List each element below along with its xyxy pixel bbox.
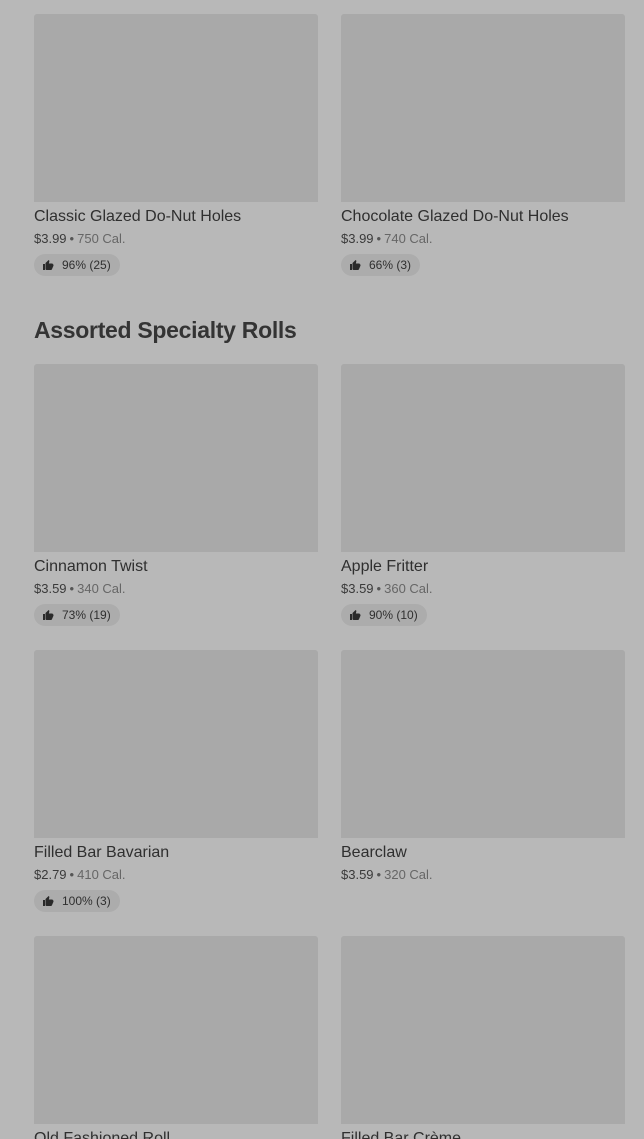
rating-badge: 90% (10) — [341, 604, 427, 626]
item-price: $3.99 — [341, 231, 374, 246]
menu-item-card[interactable]: Old Fashioned Roll — [34, 936, 318, 1139]
meta-separator: • — [376, 867, 382, 882]
item-price: $3.59 — [341, 867, 374, 882]
item-image — [341, 364, 625, 552]
meta-separator: • — [69, 231, 75, 246]
menu-item-card[interactable]: Filled Bar Bavarian $2.79 • 410 Cal. 100% … — [34, 650, 318, 912]
menu-item-card[interactable]: Bearclaw $3.59 • 320 Cal. — [341, 650, 625, 883]
item-image — [34, 936, 318, 1124]
thumbs-up-icon — [43, 610, 54, 620]
meta-separator: • — [69, 867, 75, 882]
item-price: $3.59 — [341, 581, 374, 596]
menu-item-card[interactable]: Chocolate Glazed Do-Nut Holes $3.99 • 740 … — [341, 14, 625, 276]
menu-item-card[interactable]: Classic Glazed Do-Nut Holes $3.99 • 750 Ca… — [34, 14, 318, 276]
item-price-calories: $3.59 • 360 Cal. — [341, 580, 625, 597]
meta-separator: • — [69, 581, 75, 596]
item-name: Old Fashioned Roll — [34, 1130, 171, 1139]
meta-separator: • — [376, 231, 382, 246]
item-price: $2.79 — [34, 867, 67, 882]
item-image — [341, 650, 625, 838]
rating-badge: 73% (19) — [34, 604, 120, 626]
item-name: Filled Bar Bavarian — [34, 844, 170, 861]
item-name: Cinnamon Twist — [34, 558, 148, 575]
rating-text: 73% (19) — [62, 608, 111, 622]
item-name: Chocolate Glazed Do-Nut Holes — [341, 208, 569, 225]
thumbs-up-icon — [350, 260, 361, 270]
item-calories: 320 Cal. — [384, 867, 433, 882]
thumbs-up-icon — [350, 610, 361, 620]
item-calories: 740 Cal. — [384, 231, 433, 246]
item-calories: 360 Cal. — [384, 581, 433, 596]
item-price: $3.59 — [34, 581, 67, 596]
item-price-calories: $3.59 • 340 Cal. — [34, 580, 318, 597]
rating-text: 96% (25) — [62, 258, 111, 272]
item-image — [34, 650, 318, 838]
item-price-calories: $3.99 • 740 Cal. — [341, 230, 625, 247]
menu-item-card[interactable]: Filled Bar Crème — [341, 936, 625, 1139]
item-calories: 750 Cal. — [77, 231, 126, 246]
rating-text: 100% (3) — [62, 894, 111, 908]
section-title: Assorted Specialty Rolls — [34, 317, 297, 343]
rating-badge: 66% (3) — [341, 254, 421, 276]
thumbs-up-icon — [43, 896, 54, 906]
thumbs-up-icon — [43, 260, 54, 270]
item-image — [341, 936, 625, 1124]
item-price-calories: $3.99 • 750 Cal. — [34, 230, 318, 247]
meta-separator: • — [376, 581, 382, 596]
menu-item-card[interactable]: Cinnamon Twist $3.59 • 340 Cal. 73% (19) — [34, 364, 318, 626]
item-name: Classic Glazed Do-Nut Holes — [34, 208, 242, 225]
item-name: Filled Bar Crème — [341, 1130, 462, 1139]
item-name: Apple Fritter — [341, 558, 429, 575]
rating-text: 90% (10) — [369, 608, 418, 622]
menu-item-card[interactable]: Apple Fritter $3.59 • 360 Cal. 90% (10) — [341, 364, 625, 626]
item-price-calories: $2.79 • 410 Cal. — [34, 866, 318, 883]
rating-text: 66% (3) — [369, 258, 412, 272]
item-calories: 410 Cal. — [77, 867, 126, 882]
item-price-calories: $3.59 • 320 Cal. — [341, 866, 625, 883]
menu-page: Classic Glazed Do-Nut Holes $3.99 • 750 Ca… — [0, 0, 644, 1139]
item-image — [341, 14, 625, 202]
item-image — [34, 364, 318, 552]
item-image — [34, 14, 318, 202]
item-calories: 340 Cal. — [77, 581, 126, 596]
rating-badge: 100% (3) — [34, 890, 120, 912]
item-price: $3.99 — [34, 231, 67, 246]
rating-badge: 96% (25) — [34, 254, 120, 276]
item-name: Bearclaw — [341, 844, 407, 861]
